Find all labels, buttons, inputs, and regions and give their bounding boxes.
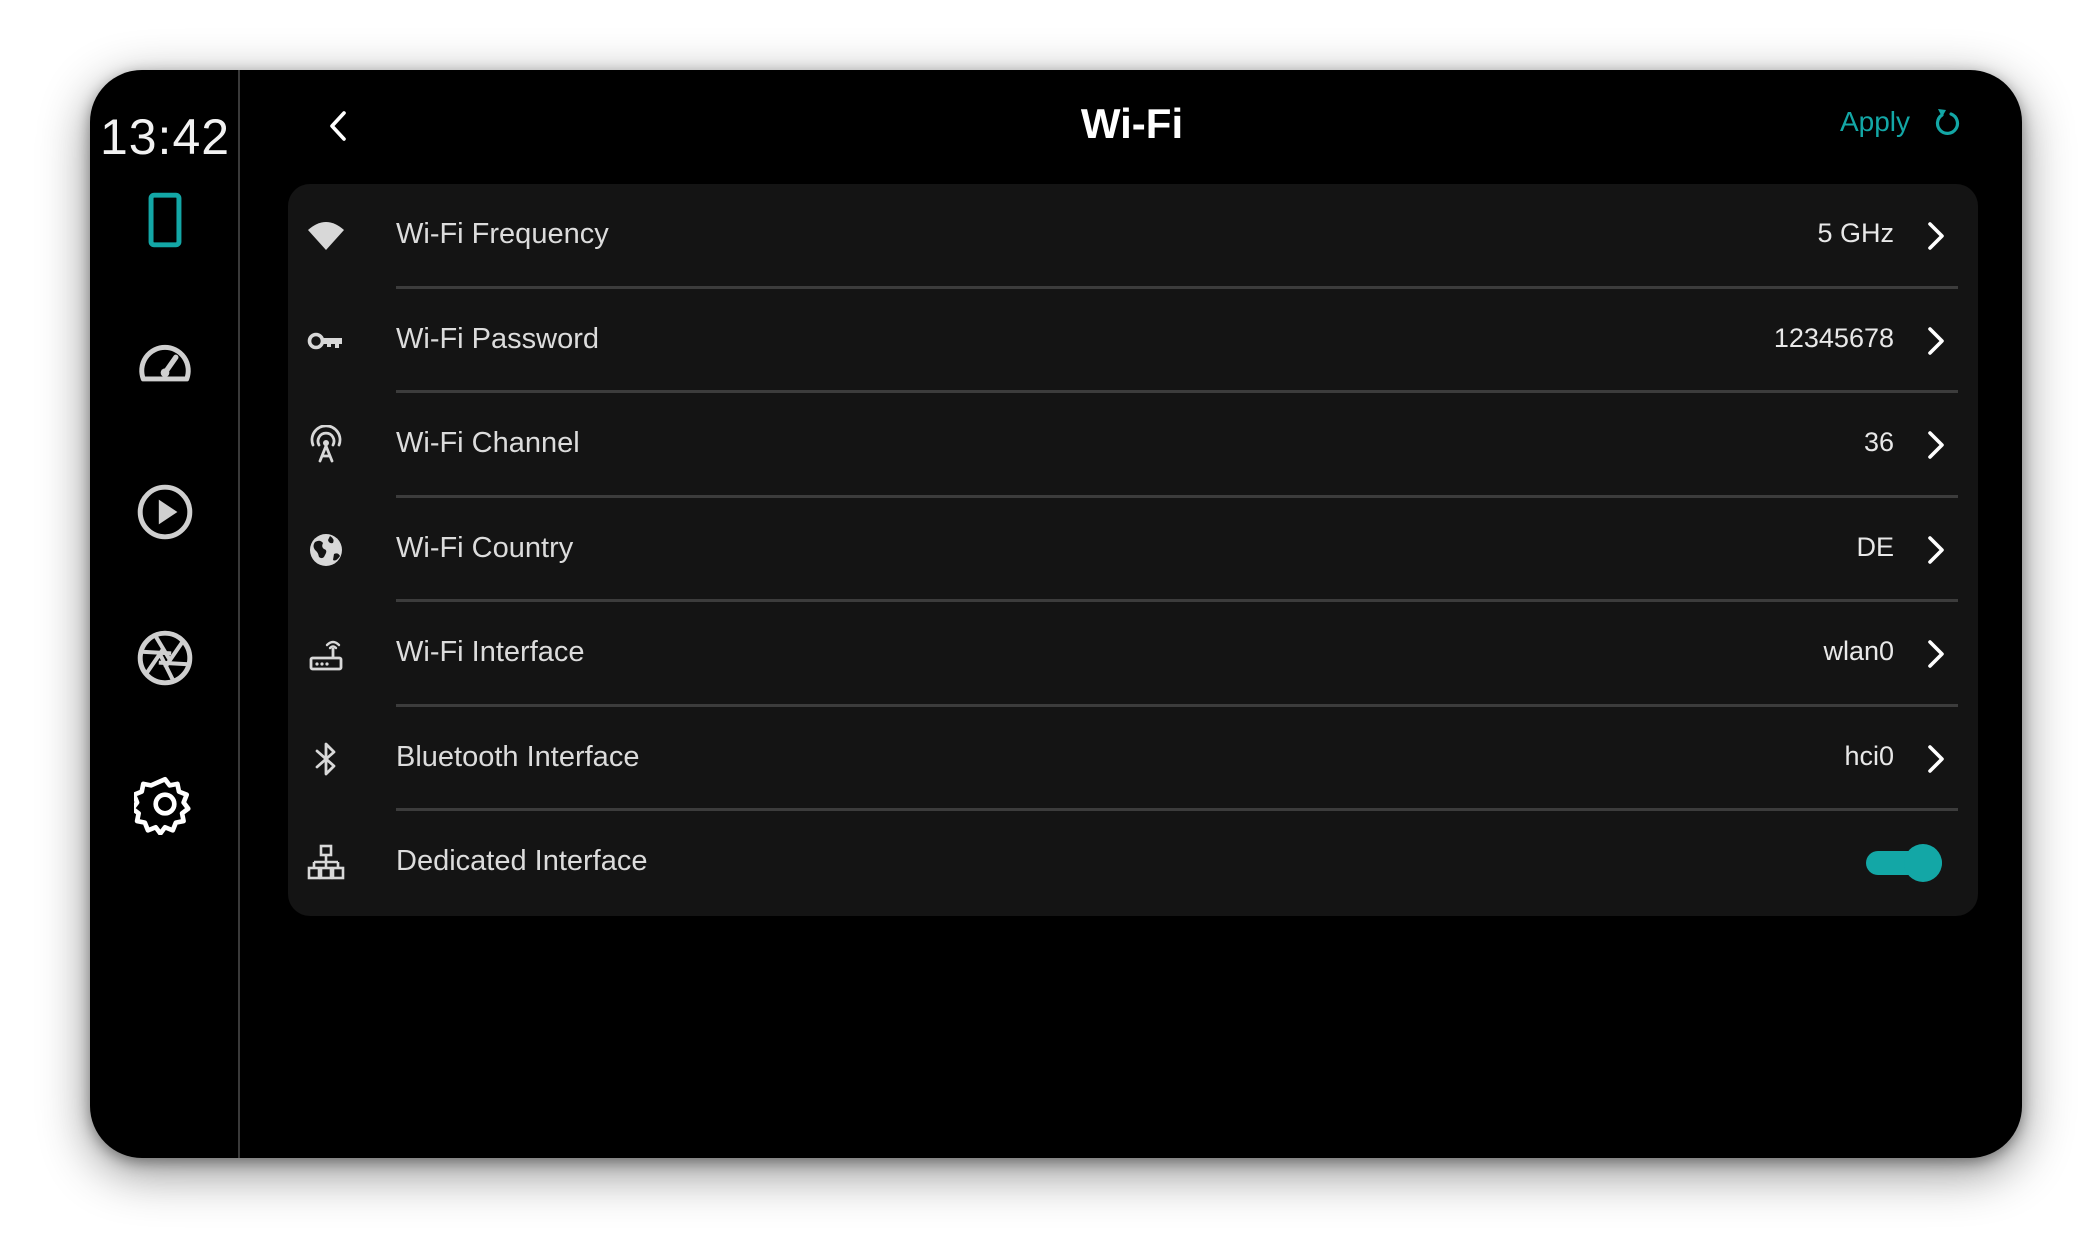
chevron-right-icon bbox=[1928, 326, 1944, 355]
chevron-right-icon bbox=[1928, 640, 1944, 668]
rail-item-device[interactable] bbox=[125, 180, 205, 260]
toggle-thumb bbox=[1904, 844, 1942, 882]
setting-row-dedicated-interface: Dedicated Interface bbox=[288, 811, 1978, 916]
setting-row-wifi-channel[interactable]: Wi-Fi Channel 36 bbox=[288, 393, 1978, 498]
wifi-icon bbox=[308, 222, 344, 250]
setting-label: Wi-Fi Password bbox=[396, 322, 600, 355]
gear-icon bbox=[134, 776, 191, 835]
apply-button[interactable]: Apply bbox=[1840, 106, 1962, 138]
speedometer-icon bbox=[139, 344, 191, 382]
chevron-right-icon bbox=[1928, 431, 1944, 459]
navigation-rail: 13:42 bbox=[90, 70, 240, 1158]
apply-label: Apply bbox=[1839, 106, 1910, 137]
router-icon bbox=[309, 640, 343, 671]
rail-item-dashboard[interactable] bbox=[125, 325, 205, 405]
tablet-icon bbox=[148, 192, 182, 248]
refresh-icon bbox=[1935, 109, 1960, 135]
chevron-right-icon bbox=[1928, 222, 1944, 250]
camera-aperture-icon bbox=[137, 630, 193, 686]
setting-label: Wi-Fi Country bbox=[396, 531, 574, 564]
setting-row-wifi-country[interactable]: Wi-Fi Country DE bbox=[288, 498, 1978, 602]
key-icon bbox=[307, 332, 342, 349]
setting-row-wifi-password[interactable]: Wi-Fi Password 12345678 bbox=[288, 289, 1978, 393]
page-title: Wi-Fi bbox=[1080, 100, 1184, 147]
setting-label: Wi-Fi Interface bbox=[396, 636, 585, 668]
setting-label: Dedicated Interface bbox=[396, 845, 648, 877]
play-circle-icon bbox=[137, 484, 193, 540]
rail-item-media[interactable] bbox=[125, 472, 205, 552]
rail-item-camera[interactable] bbox=[125, 618, 205, 698]
broadcast-tower-icon bbox=[310, 425, 342, 463]
setting-label: Wi-Fi Channel bbox=[396, 427, 580, 459]
clock: 13:42 bbox=[99, 109, 231, 165]
wifi-settings-list: Wi-Fi Frequency 5 GHz Wi-Fi Password 123… bbox=[288, 184, 1978, 916]
setting-row-wifi-frequency[interactable]: Wi-Fi Frequency 5 GHz bbox=[288, 184, 1978, 289]
setting-row-bluetooth-interface[interactable]: Bluetooth Interface hci0 bbox=[288, 707, 1978, 811]
setting-value: 5 GHz bbox=[1817, 218, 1894, 248]
setting-label: Wi-Fi Frequency bbox=[396, 218, 609, 250]
head-unit-screen: 13:42 Wi-Fi Apply Wi-Fi Frequency 5 GHz … bbox=[90, 70, 2022, 1158]
globe-icon bbox=[310, 533, 342, 566]
bluetooth-icon bbox=[315, 742, 336, 775]
setting-row-wifi-interface[interactable]: Wi-Fi Interface wlan0 bbox=[288, 602, 1978, 707]
setting-value: 36 bbox=[1863, 427, 1894, 457]
rail-item-settings[interactable] bbox=[125, 764, 205, 844]
setting-value: hci0 bbox=[1844, 740, 1894, 771]
setting-label: Bluetooth Interface bbox=[396, 740, 640, 773]
page-header: Wi-Fi Apply bbox=[242, 70, 2022, 182]
network-tree-icon bbox=[307, 844, 345, 880]
chevron-right-icon bbox=[1928, 535, 1944, 564]
setting-value: wlan0 bbox=[1823, 636, 1894, 666]
dedicated-interface-toggle[interactable] bbox=[1866, 844, 1942, 882]
chevron-right-icon bbox=[1928, 744, 1944, 773]
settings-page: Wi-Fi Apply Wi-Fi Frequency 5 GHz Wi-Fi … bbox=[242, 70, 2022, 1158]
setting-value: DE bbox=[1856, 531, 1894, 562]
setting-value: 12345678 bbox=[1773, 322, 1894, 353]
